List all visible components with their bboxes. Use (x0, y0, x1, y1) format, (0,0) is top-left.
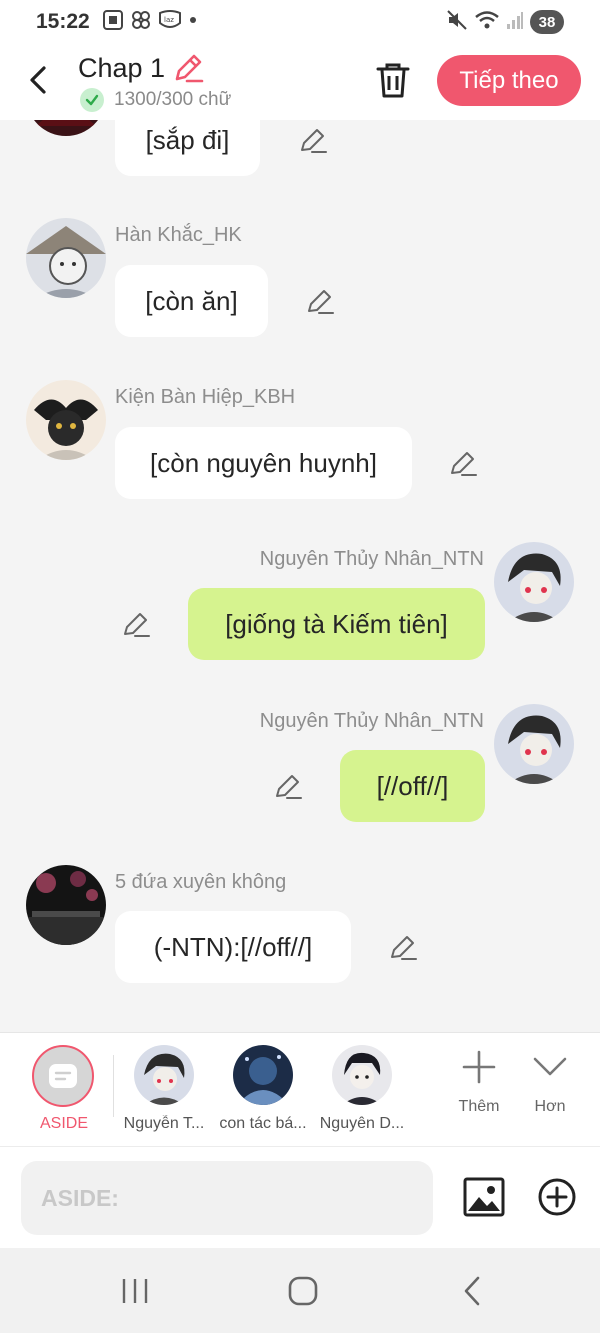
avatar[interactable] (26, 380, 106, 460)
notification-dot-icon (188, 9, 198, 36)
edit-message-icon[interactable] (305, 286, 335, 316)
trash-icon[interactable] (374, 60, 412, 100)
edit-title-icon[interactable] (172, 52, 204, 84)
character-label: Nguyên D... (319, 1115, 405, 1132)
sender-name: 5 đứa xuyên không (115, 871, 287, 893)
message-bubble[interactable]: [//off//] (340, 750, 485, 822)
add-label: Thêm (458, 1098, 500, 1115)
mute-icon (446, 9, 468, 36)
sender-name: Hàn Khắc_HK (115, 224, 242, 246)
pinwheel-icon (130, 9, 152, 36)
message-bubble[interactable]: [còn ăn] (115, 265, 268, 337)
avatar[interactable] (26, 218, 106, 298)
next-button[interactable]: Tiếp theo (437, 55, 581, 106)
edit-message-icon[interactable] (273, 771, 303, 801)
avatar[interactable] (26, 120, 106, 136)
sender-name: Nguyên Thủy Nhân_NTN (259, 710, 484, 732)
character-avatar (134, 1045, 194, 1105)
signal-icon (506, 9, 524, 36)
battery-icon: 38 (530, 10, 564, 34)
plus-icon (462, 1050, 496, 1084)
chevron-down-icon (533, 1057, 567, 1076)
system-nav-bar (0, 1248, 600, 1333)
message-bubble[interactable]: [sắp đi] (115, 120, 260, 176)
message-input[interactable] (21, 1161, 433, 1235)
character-bar: ASIDE Nguyễn T... con tác bá... Nguyên D… (0, 1032, 600, 1146)
add-character-button[interactable]: Thêm (449, 1049, 509, 1116)
status-right-icons: 38 (446, 9, 564, 35)
nav-back-icon[interactable] (462, 1276, 482, 1311)
aside-avatar (32, 1045, 94, 1107)
home-icon[interactable] (288, 1276, 318, 1311)
aside-character[interactable]: ASIDE (32, 1045, 96, 1133)
avatar[interactable] (494, 542, 574, 622)
divider (113, 1055, 114, 1117)
edit-message-icon[interactable] (121, 609, 151, 639)
more-button[interactable]: Hơn (520, 1049, 580, 1116)
aside-label: ASIDE (39, 1115, 88, 1132)
more-label: Hơn (534, 1098, 566, 1115)
message-bubble[interactable]: (-NTN):[//off//] (115, 911, 351, 983)
character-item[interactable]: Nguyên D... (315, 1045, 409, 1133)
message-bubble[interactable]: [giống tà Kiếm tiên] (188, 588, 485, 660)
svg-text:laz: laz (164, 16, 174, 24)
avatar[interactable] (26, 865, 106, 945)
character-avatar (332, 1045, 392, 1105)
input-bar (0, 1146, 600, 1248)
image-icon[interactable] (462, 1175, 506, 1219)
character-item[interactable]: con tác bá... (216, 1045, 310, 1133)
character-label: con tác bá... (219, 1115, 307, 1132)
character-item[interactable]: Nguyễn T... (117, 1045, 211, 1133)
edit-message-icon[interactable] (448, 448, 478, 478)
back-button[interactable] (24, 62, 56, 98)
word-count: 1300/300 chữ (114, 89, 232, 110)
character-avatar (233, 1045, 293, 1105)
status-left-icons: laz (102, 9, 198, 36)
add-circle-icon[interactable] (537, 1177, 577, 1217)
chat-area[interactable]: [sắp đi] Hàn Khắc_HK [còn ăn] Kiện Bàn H… (0, 120, 600, 1032)
sender-name: Nguyên Thủy Nhân_NTN (259, 548, 484, 570)
message-bubble[interactable]: [còn nguyên huynh] (115, 427, 412, 499)
chapter-title: Chap 1 (78, 53, 166, 83)
character-label: Nguyễn T... (123, 1115, 205, 1132)
recent-apps-icon[interactable] (120, 1276, 150, 1311)
sender-name: Kiện Bàn Hiệp_KBH (115, 386, 296, 408)
word-count-row: 1300/300 chữ (80, 87, 231, 113)
edit-message-icon[interactable] (388, 932, 418, 962)
chapter-header: Chap 1 1300/300 chữ Tiếp theo (0, 44, 600, 120)
check-icon (80, 88, 104, 112)
lazada-icon: laz (158, 9, 182, 36)
screenshot-icon (102, 9, 124, 36)
wifi-icon (474, 9, 500, 36)
avatar[interactable] (494, 704, 574, 784)
edit-message-icon[interactable] (298, 125, 328, 155)
status-bar: 15:22 laz 38 (0, 0, 600, 44)
status-time: 15:22 (36, 10, 90, 33)
